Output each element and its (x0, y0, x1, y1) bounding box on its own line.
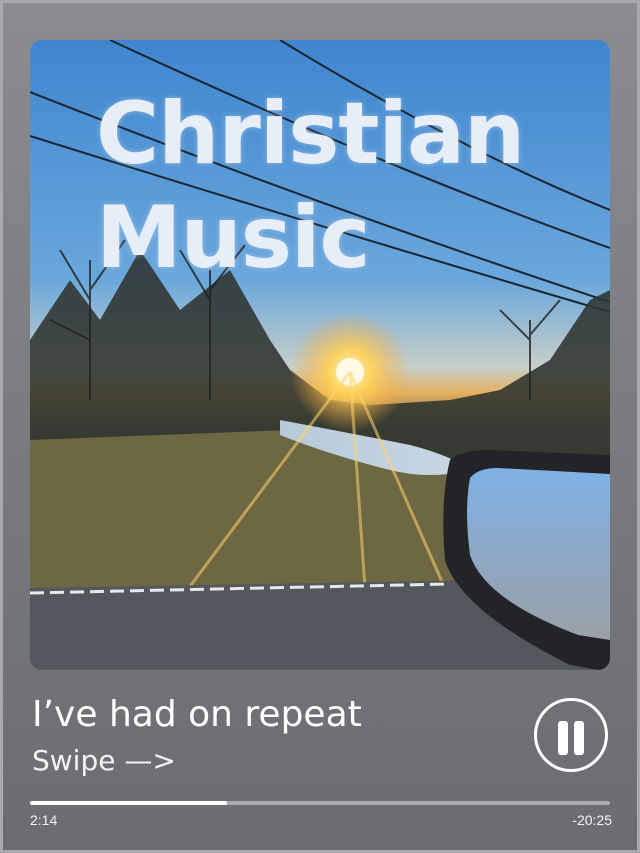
track-title: I’ve had on repeat (32, 694, 362, 735)
elapsed-time: 2:14 (30, 812, 58, 828)
remaining-time: -20:25 (572, 812, 612, 828)
progress-fill (30, 801, 228, 805)
cover-title: Christian Music (96, 84, 525, 288)
progress-bar[interactable] (30, 801, 610, 805)
pause-button[interactable] (534, 698, 608, 772)
swipe-hint[interactable]: Swipe —> (32, 744, 176, 777)
album-cover: Christian Music (30, 40, 610, 670)
